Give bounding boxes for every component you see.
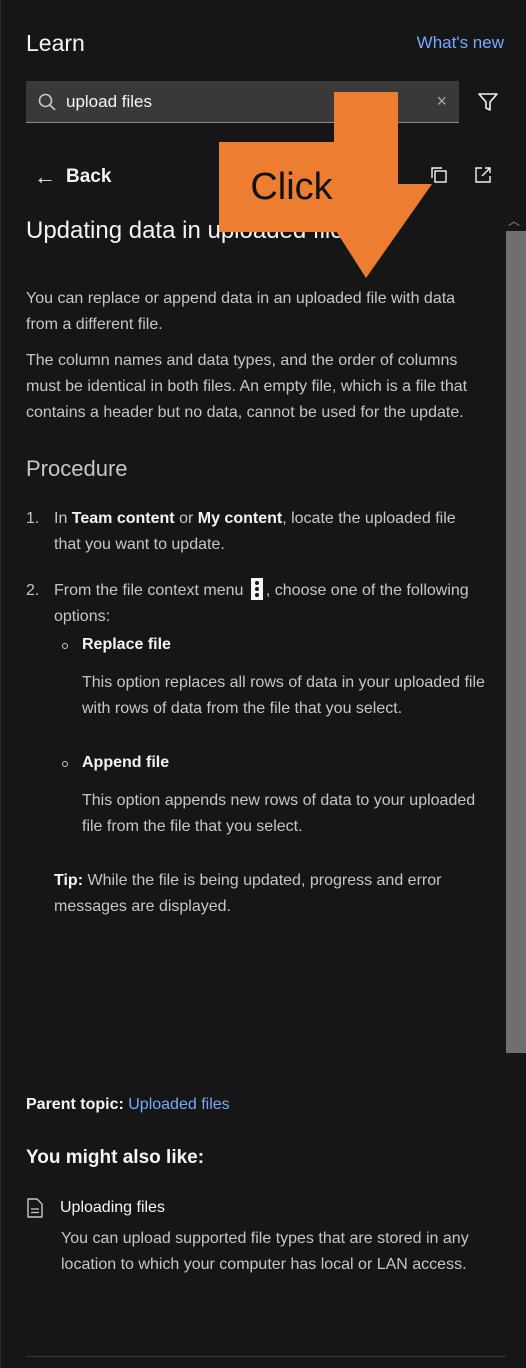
related-item[interactable]: Uploading files You can upload supported…	[26, 1198, 486, 1278]
intro-paragraph: You can replace or append data in an upl…	[26, 290, 456, 333]
arrow-left-icon: ←	[34, 164, 56, 189]
article-content: Updating data in uploaded files You can …	[26, 214, 486, 920]
related-item-desc: You can upload supported file types that…	[61, 1230, 469, 1273]
related-item-title[interactable]: Uploading files	[60, 1199, 165, 1217]
panel-title: Learn	[26, 29, 85, 56]
filter-icon	[478, 93, 498, 111]
procedure-steps: 1. In Team content or My content, locate…	[26, 506, 486, 840]
options-list: Replace file This option replaces all ro…	[54, 632, 486, 840]
overflow-menu-icon	[250, 578, 263, 600]
filter-button[interactable]	[477, 91, 499, 113]
scrollbar-thumb[interactable]	[506, 231, 526, 1053]
panel-header: Learn What's new	[26, 28, 504, 58]
click-callout: Click	[219, 142, 364, 232]
bullet-icon	[62, 761, 68, 767]
parent-topic: Parent topic: Uploaded files	[26, 1096, 230, 1113]
divider	[26, 1356, 506, 1357]
scroll-up-icon[interactable]: ︿	[508, 212, 520, 229]
related-item-header[interactable]: Uploading files	[26, 1198, 486, 1218]
clear-search-icon[interactable]: ×	[436, 91, 447, 112]
content-scrollbar[interactable]: ︿	[504, 206, 526, 1066]
search-icon	[38, 93, 56, 111]
list-item: 2. From the file context menu , choose o…	[26, 578, 486, 840]
also-like-heading: You might also like:	[26, 1147, 205, 1168]
bullet-icon	[62, 643, 68, 649]
back-label: Back	[66, 166, 112, 187]
open-external-icon[interactable]	[474, 166, 492, 189]
list-item: 1. In Team content or My content, locate…	[26, 510, 456, 553]
document-icon	[27, 1198, 43, 1218]
tip-paragraph: Tip: While the file is being updated, pr…	[54, 872, 442, 915]
back-button[interactable]: ← Back	[34, 164, 111, 190]
whats-new-link[interactable]: What's new	[417, 33, 504, 53]
procedure-heading: Procedure	[26, 456, 128, 481]
parent-topic-link[interactable]: Uploaded files	[128, 1096, 229, 1113]
list-item: Append file This option appends new rows…	[54, 750, 486, 840]
note-paragraph: The column names and data types, and the…	[26, 352, 468, 421]
list-item: Replace file This option replaces all ro…	[54, 632, 486, 722]
